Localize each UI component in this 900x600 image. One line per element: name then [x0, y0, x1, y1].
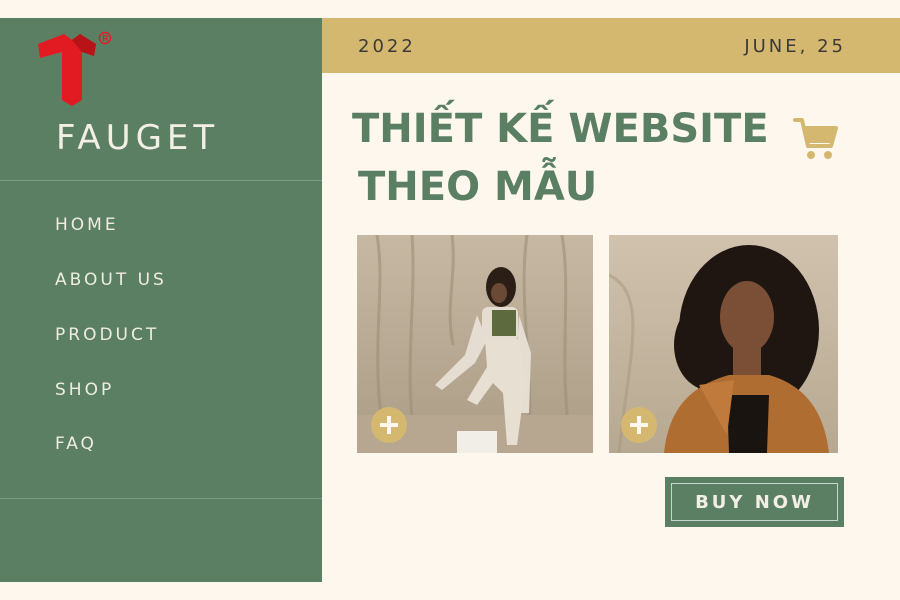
- headline-line-1: THIẾT KẾ WEBSITE: [352, 106, 769, 152]
- nav-faq[interactable]: FAQ: [55, 434, 97, 454]
- headline-line-2: THEO MẪU: [358, 164, 598, 210]
- add-product-1-button[interactable]: [371, 407, 407, 443]
- brand-logo: R: [38, 31, 112, 106]
- svg-text:R: R: [102, 34, 108, 43]
- brand-name: FAUGET: [56, 118, 220, 158]
- add-product-2-button[interactable]: [621, 407, 657, 443]
- buy-now-label: BUY NOW: [671, 483, 838, 521]
- top-bar: 2022 JUNE, 25: [322, 18, 900, 73]
- product-image-1[interactable]: [357, 235, 593, 453]
- nav-shop[interactable]: SHOP: [55, 380, 114, 400]
- nav-product[interactable]: PRODUCT: [55, 325, 159, 345]
- sidebar: R FAUGET HOME ABOUT US PRODUCT SHOP FAQ: [0, 18, 322, 582]
- product-image-2[interactable]: [609, 235, 838, 453]
- nav-home[interactable]: HOME: [55, 215, 119, 235]
- sidebar-divider-top: [0, 180, 322, 181]
- sidebar-divider-bottom: [0, 498, 322, 499]
- shopping-cart-icon[interactable]: [793, 116, 839, 162]
- buy-now-button[interactable]: BUY NOW: [665, 477, 844, 527]
- date-label: JUNE, 25: [744, 36, 846, 57]
- nav-about-us[interactable]: ABOUT US: [55, 270, 167, 290]
- year-label: 2022: [358, 36, 416, 57]
